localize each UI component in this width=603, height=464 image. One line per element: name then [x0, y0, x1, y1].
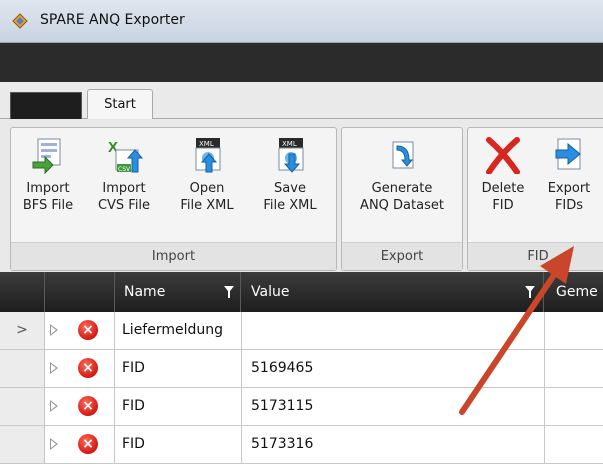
header-row-selector [0, 272, 45, 312]
table-row[interactable]: × FID 5173316 [0, 426, 603, 464]
column-value-label: Value [251, 284, 290, 300]
file-tab[interactable] [10, 92, 82, 119]
table-row[interactable]: > × Liefermeldung [0, 312, 603, 350]
expand-arrow-icon[interactable] [50, 362, 58, 374]
generate-icon [392, 141, 414, 169]
generate-label-1: Generate [371, 181, 433, 196]
cell-value [251, 312, 541, 349]
tab-start[interactable]: Start [87, 89, 153, 120]
export-fids-label-2: FIDs [554, 198, 584, 213]
error-icon: × [78, 396, 98, 416]
import-csv-label-1: Import [102, 181, 146, 196]
cell-divider [114, 312, 115, 349]
app-diamond-icon [12, 13, 28, 29]
expand-arrow-icon[interactable] [50, 400, 58, 412]
save-xml-button[interactable]: XML Save File XML [253, 136, 327, 214]
ribbon-group-export: Generate ANQ Dataset Export [341, 127, 463, 271]
save-xml-label-1: Save [274, 181, 306, 196]
data-grid: Name Value Geme > × Liefermeldung × FID [0, 272, 603, 464]
ribbon-group-fid-label: FID [468, 242, 603, 270]
cell-value: 5173316 [251, 436, 314, 452]
cell-divider [544, 350, 545, 387]
import-bfs-label-2: BFS File [22, 198, 74, 213]
cell-divider [241, 426, 242, 463]
error-icon: × [78, 434, 98, 454]
delete-fid-label-2: FID [492, 198, 514, 213]
grid-header: Name Value Geme [0, 272, 603, 312]
open-xml-label-1: Open [189, 181, 225, 196]
cell-name: FID [122, 436, 145, 452]
ribbon-group-export-label: Export [342, 242, 462, 270]
window-title: SPARE ANQ Exporter [40, 12, 185, 28]
import-csv-label-2: CVS File [97, 198, 151, 213]
import-bfs-label-1: Import [26, 181, 70, 196]
import-csv-button[interactable]: X CSV Import CVS File [89, 136, 159, 214]
delete-fid-label-1: Delete [481, 181, 525, 196]
expand-arrow-icon[interactable] [50, 438, 58, 450]
filter-icon[interactable] [224, 286, 234, 298]
cell-divider [241, 350, 242, 387]
column-header-third[interactable]: Geme [544, 272, 603, 312]
delete-fid-button[interactable]: Delete FID [472, 136, 534, 214]
generate-label-2: ANQ Dataset [360, 198, 444, 213]
save-xml-icon: XML [278, 138, 304, 173]
open-xml-badge: XML [199, 140, 214, 148]
toolbar-dark-band [0, 43, 603, 82]
cell-divider [544, 426, 545, 463]
header-indicator [44, 272, 115, 312]
ribbon-group-import-label: Import [11, 242, 336, 270]
cell-divider [114, 426, 115, 463]
cell-name: Liefermeldung [122, 322, 224, 338]
row-selector[interactable] [0, 388, 45, 425]
open-xml-icon: XML [195, 138, 221, 173]
cell-name: FID [122, 398, 145, 414]
cell-name: FID [122, 360, 145, 376]
generate-anq-dataset-button[interactable]: Generate ANQ Dataset [346, 136, 458, 214]
column-third-label: Geme [556, 284, 598, 300]
open-xml-label-2: File XML [180, 198, 234, 213]
open-xml-button[interactable]: XML Open File XML [171, 136, 243, 214]
row-selector[interactable] [0, 426, 45, 463]
cell-divider [114, 388, 115, 425]
cell-divider [114, 350, 115, 387]
csv-badge: CSV [118, 166, 131, 173]
export-icon [555, 138, 581, 170]
column-name-label: Name [124, 284, 166, 300]
cell-value: 5173115 [251, 398, 314, 414]
export-fids-button[interactable]: Export FIDs [538, 136, 600, 214]
cell-divider [241, 388, 242, 425]
error-icon: × [78, 358, 98, 378]
column-header-value[interactable]: Value [241, 272, 544, 312]
table-row[interactable]: × FID 5169465 [0, 350, 603, 388]
save-xml-badge: XML [282, 140, 297, 148]
delete-icon [486, 137, 520, 174]
title-bar: SPARE ANQ Exporter [0, 0, 603, 43]
table-row[interactable]: × FID 5173115 [0, 388, 603, 426]
row-selector[interactable]: > [0, 312, 45, 349]
row-selector[interactable] [0, 350, 45, 387]
cell-divider [544, 312, 545, 349]
save-xml-label-2: File XML [263, 198, 317, 213]
expand-arrow-icon[interactable] [50, 324, 58, 336]
cell-value: 5169465 [251, 360, 314, 376]
export-fids-label-1: Export [547, 181, 591, 196]
import-bfs-button[interactable]: Import BFS File [17, 136, 79, 214]
import-bfs-icon [32, 138, 61, 174]
ribbon-group-import: Import BFS File X CSV Import CVS File XM… [10, 127, 337, 271]
column-header-name[interactable]: Name [114, 272, 241, 312]
error-icon: × [78, 320, 98, 340]
cell-divider [241, 312, 242, 349]
ribbon: Import BFS File X CSV Import CVS File XM… [0, 119, 603, 272]
import-csv-icon: X CSV [108, 139, 144, 173]
filter-icon[interactable] [525, 286, 535, 298]
cell-divider [544, 388, 545, 425]
ribbon-group-fid: Delete FID Export FIDs FID [467, 127, 603, 271]
